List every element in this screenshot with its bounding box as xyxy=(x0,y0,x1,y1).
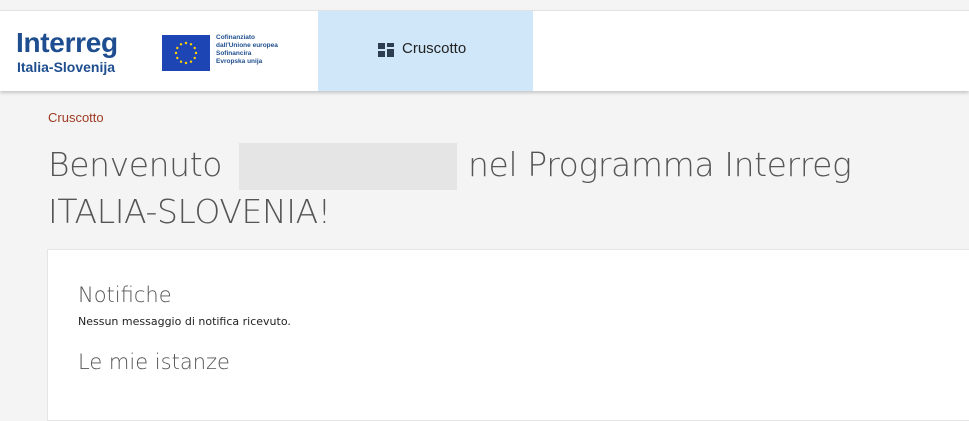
page-title: Benvenuto nel Programma Interreg ITALIA-S… xyxy=(48,143,928,234)
breadcrumb[interactable]: Cruscotto xyxy=(48,110,104,125)
eu-text-line: Evropska unija xyxy=(216,58,263,65)
notifications-empty-message: Nessun messaggio di notifica ricevuto. xyxy=(78,315,291,328)
eu-flag-icon xyxy=(162,35,210,71)
top-header: Interreg Italia-Slovenija Cofinanziato d… xyxy=(0,10,969,91)
dashboard-icon xyxy=(378,43,394,57)
eu-text-line: Cofinanziato xyxy=(216,34,255,41)
logo-title: Interreg xyxy=(16,27,118,58)
eu-text-line: Sofinancira xyxy=(216,50,252,57)
interreg-logo[interactable]: Interreg Italia-Slovenija xyxy=(16,23,156,76)
eu-text-line: dall'Unione europea xyxy=(216,42,278,49)
redacted-username xyxy=(239,143,458,190)
page-title-greeting: Benvenuto xyxy=(48,145,223,184)
nav-tab-label: Cruscotto xyxy=(402,40,467,57)
notifications-heading: Notifiche xyxy=(78,283,172,307)
nav-tab-cruscotto[interactable]: Cruscotto xyxy=(318,11,533,91)
my-instances-heading: Le mie istanze xyxy=(78,350,230,374)
eu-cofinancing-text: Cofinanziato dall'Unione europea Sofinan… xyxy=(216,34,316,66)
dashboard-card: Notifiche Nessun messaggio di notifica r… xyxy=(47,249,969,421)
logo-subtitle: Italia-Slovenija xyxy=(17,59,116,75)
